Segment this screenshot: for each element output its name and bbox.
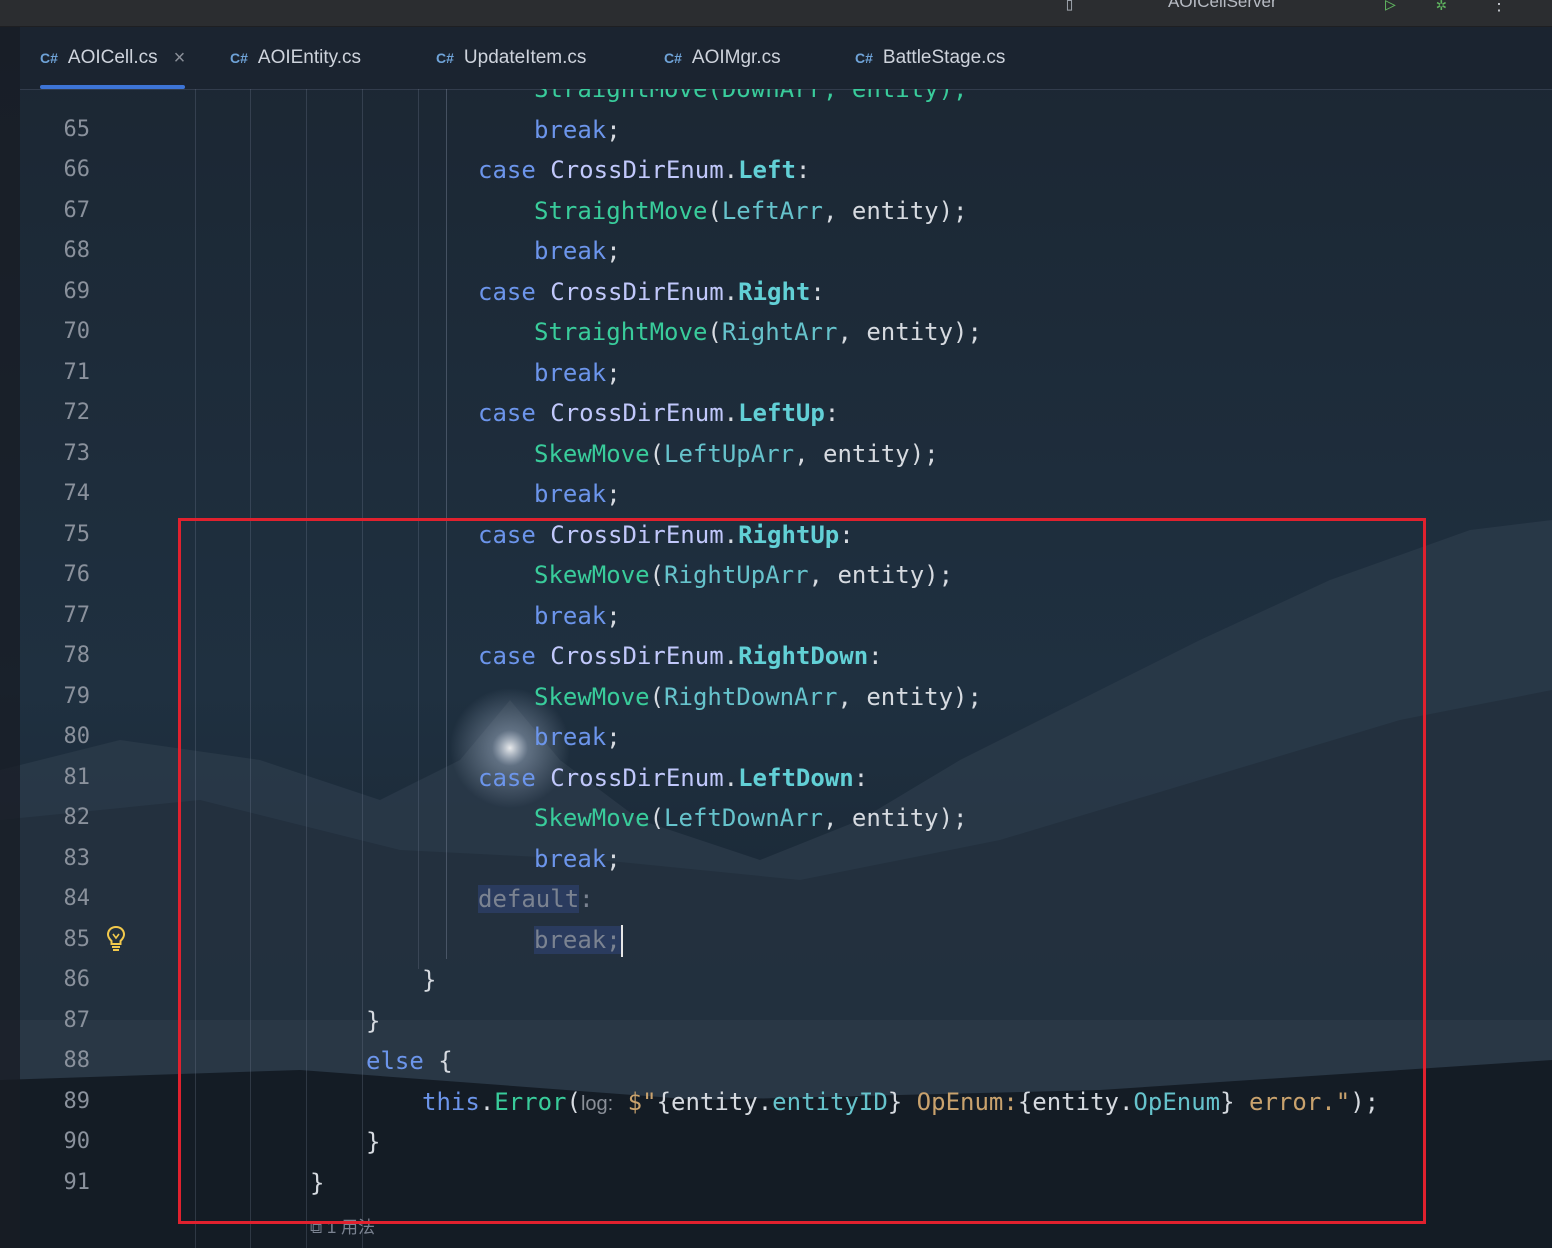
method-call: SkewMove xyxy=(534,440,650,468)
variable: entity xyxy=(851,197,939,225)
csharp-file-icon: C# xyxy=(436,50,454,66)
title-bar: ▯ AOICellServer ▷ ✲ ⋮ xyxy=(0,0,1552,27)
code-text: StraightMove(RightArr, entity); xyxy=(534,318,982,346)
more-vertical-icon[interactable]: ⋮ xyxy=(1490,0,1508,15)
line-number: 81 xyxy=(63,765,91,790)
tab-battlestage[interactable]: C# BattleStage.cs xyxy=(855,27,1005,89)
keyword: break xyxy=(534,480,607,508)
line-number: 71 xyxy=(63,360,91,385)
device-icon[interactable]: ▯ xyxy=(1064,0,1075,15)
code-text: StraightMove(LeftArr, entity); xyxy=(534,197,968,225)
code-line: 67 StraightMove(LeftArr, entity); xyxy=(20,191,1552,231)
line-number: 76 xyxy=(63,562,91,587)
line-number: 79 xyxy=(63,684,91,709)
line-number: 68 xyxy=(63,238,91,263)
tab-aoimgr[interactable]: C# AOIMgr.cs xyxy=(664,27,781,89)
line-number: 80 xyxy=(63,724,91,749)
lightbulb-icon[interactable] xyxy=(106,925,126,951)
field-ref: RightArr xyxy=(721,318,838,346)
csharp-file-icon: C# xyxy=(664,50,682,66)
line-number: 66 xyxy=(63,157,91,182)
tab-label: AOIEntity.cs xyxy=(257,47,362,68)
keyword: break xyxy=(534,116,607,144)
line-number: 89 xyxy=(63,1089,91,1114)
enum-member: LeftUp xyxy=(738,399,825,427)
code-line: 65 break; xyxy=(20,110,1552,150)
method-call: StraightMove xyxy=(534,318,708,346)
type-name: CrossDirEnum xyxy=(550,399,724,427)
line-number: 90 xyxy=(63,1129,91,1154)
type-name: CrossDirEnum xyxy=(550,156,724,184)
enum-member: Left xyxy=(738,156,796,184)
run-configuration-selector[interactable]: AOICellServer xyxy=(1168,0,1277,12)
code-text: break; xyxy=(534,480,621,508)
csharp-file-icon: C# xyxy=(855,50,873,66)
code-line: StraightMove(DownArr, entity); xyxy=(20,89,1552,109)
tab-label: BattleStage.cs xyxy=(882,47,1006,68)
code-line: 70 StraightMove(RightArr, entity); xyxy=(20,312,1552,352)
line-number: 84 xyxy=(63,886,91,911)
line-number: 86 xyxy=(63,967,91,992)
bug-icon[interactable]: ✲ xyxy=(1436,0,1447,15)
code-text: case CrossDirEnum.Right: xyxy=(478,278,825,306)
code-text: break; xyxy=(534,116,621,144)
line-number: 78 xyxy=(63,643,91,668)
variable: entity xyxy=(823,440,910,468)
keyword: break xyxy=(534,359,607,387)
type-name: CrossDirEnum xyxy=(550,278,724,306)
code-line: 71 break; xyxy=(20,353,1552,393)
code-text: case CrossDirEnum.Left: xyxy=(478,156,811,184)
field-ref: LeftUpArr xyxy=(664,440,795,468)
line-number: 75 xyxy=(63,522,91,547)
keyword: break xyxy=(534,237,607,265)
keyword: case xyxy=(478,278,536,306)
variable: entity xyxy=(866,318,954,346)
line-number: 82 xyxy=(63,805,91,830)
line-number: 74 xyxy=(63,481,91,506)
code-text: case CrossDirEnum.LeftUp: xyxy=(478,399,840,427)
code-text: StraightMove(DownArr, entity); xyxy=(534,89,968,103)
line-number: 67 xyxy=(63,198,91,223)
tab-label: UpdateItem.cs xyxy=(463,47,587,68)
line-number: 65 xyxy=(63,117,91,142)
tab-aoientity[interactable]: C# AOIEntity.cs xyxy=(230,27,361,89)
line-number: 85 xyxy=(63,927,91,952)
line-number: 88 xyxy=(63,1048,91,1073)
method-call: StraightMove xyxy=(534,197,708,225)
csharp-file-icon: C# xyxy=(40,50,58,66)
line-number: 70 xyxy=(63,319,91,344)
keyword: case xyxy=(478,156,536,184)
code-text: break; xyxy=(534,359,621,387)
line-number: 87 xyxy=(63,1008,91,1033)
tab-aoicell[interactable]: C# AOICell.cs × xyxy=(40,27,186,89)
code-line: 66 case CrossDirEnum.Left: xyxy=(20,150,1552,190)
enum-member: Right xyxy=(738,278,811,306)
tab-updateitem[interactable]: C# UpdateItem.cs xyxy=(436,27,586,89)
code-line: 69 case CrossDirEnum.Right: xyxy=(20,272,1552,312)
close-icon[interactable]: × xyxy=(174,47,186,70)
line-number: 72 xyxy=(63,400,91,425)
code-line: 72 case CrossDirEnum.LeftUp: xyxy=(20,393,1552,433)
line-number: 69 xyxy=(63,279,91,304)
highlight-annotation-box xyxy=(178,518,1426,1224)
field-ref: LeftArr xyxy=(721,197,823,225)
tab-label: AOICell.cs xyxy=(67,47,158,68)
line-number: 73 xyxy=(63,441,91,466)
tool-window-strip xyxy=(0,27,20,1248)
play-icon[interactable]: ▷ xyxy=(1385,0,1396,15)
code-line: 73 SkewMove(LeftUpArr, entity); xyxy=(20,434,1552,474)
code-text: SkewMove(LeftUpArr, entity); xyxy=(534,440,939,468)
code-line: 68 break; xyxy=(20,231,1552,271)
editor-tab-bar: C# AOICell.cs × C# AOIEntity.cs C# Updat… xyxy=(20,27,1552,90)
line-number: 77 xyxy=(63,603,91,628)
tab-label: AOIMgr.cs xyxy=(691,47,781,68)
line-number: 83 xyxy=(63,846,91,871)
line-number: 91 xyxy=(63,1170,91,1195)
csharp-file-icon: C# xyxy=(230,50,248,66)
keyword: case xyxy=(478,399,536,427)
code-text: break; xyxy=(534,237,621,265)
code-line: 74 break; xyxy=(20,474,1552,514)
